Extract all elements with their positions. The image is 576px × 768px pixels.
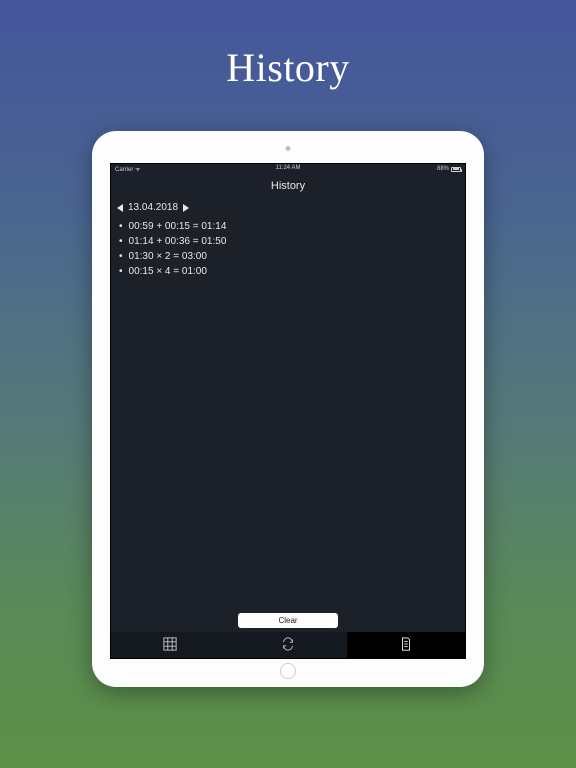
history-item: 00:59 + 00:15 = 01:14 [117,219,459,234]
tab-refresh[interactable] [229,632,347,658]
page-title: History [226,44,350,91]
nav-title: History [111,174,465,202]
history-item: 00:15 × 4 = 01:00 [117,264,459,279]
device-frame: Carrier ᯤ 11:24 AM 88% History 13.04.201… [92,131,484,687]
status-time: 11:24 AM [276,165,301,171]
clear-button[interactable]: Clear [238,613,338,628]
status-carrier: Carrier ᯤ [115,165,140,173]
document-icon [399,637,413,654]
tab-calculator[interactable] [111,632,229,658]
app-screen: Carrier ᯤ 11:24 AM 88% History 13.04.201… [110,163,466,659]
battery-icon [451,167,461,172]
clear-row: Clear [111,613,465,632]
refresh-icon [281,637,295,654]
prev-date-button[interactable] [117,204,123,212]
tab-bar [111,632,465,658]
device-home-button [280,663,296,679]
history-item: 01:30 × 2 = 03:00 [117,249,459,264]
history-list: 00:59 + 00:15 = 01:1401:14 + 00:36 = 01:… [111,219,465,613]
history-item: 01:14 + 00:36 = 01:50 [117,234,459,249]
device-camera-dot [286,146,291,151]
next-date-button[interactable] [183,204,189,212]
status-battery-pct: 88% [437,166,449,172]
status-bar: Carrier ᯤ 11:24 AM 88% [111,164,465,174]
grid-icon [163,637,177,654]
tab-history[interactable] [347,632,465,658]
status-battery: 88% [437,166,461,172]
date-picker: 13.04.2018 [111,202,465,219]
date-label: 13.04.2018 [128,202,178,213]
